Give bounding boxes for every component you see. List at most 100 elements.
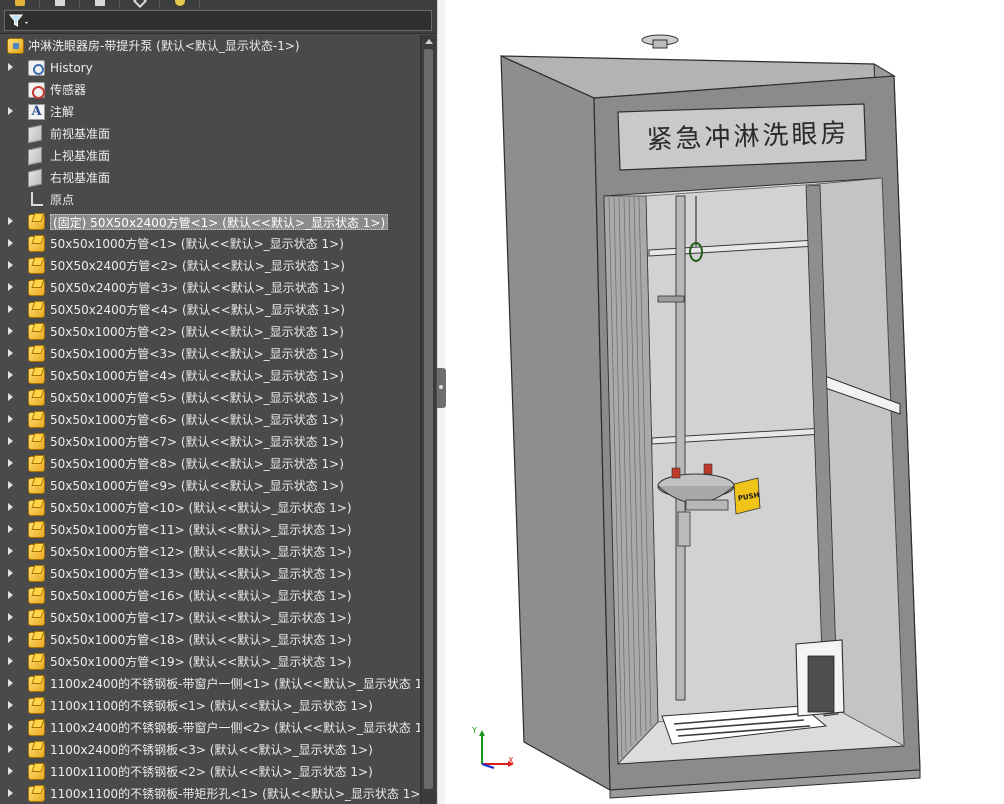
- tree-root-label: 冲淋洗眼器房-带提升泵 (默认<默认_显示状态-1>): [28, 39, 300, 53]
- tree-item[interactable]: 50x50x1000方管<10> (默认<<默认>_显示状态 1>): [0, 497, 420, 519]
- tree-item[interactable]: 50x50x1000方管<12> (默认<<默认>_显示状态 1>): [0, 541, 420, 563]
- tab-display-manager[interactable]: [160, 0, 200, 7]
- expand-arrow-icon[interactable]: [8, 525, 13, 533]
- expand-arrow-icon[interactable]: [8, 327, 13, 335]
- tree-item[interactable]: 50x50x1000方管<1> (默认<<默认>_显示状态 1>): [0, 233, 420, 255]
- solidworks-window: 冲淋洗眼器房-带提升泵 (默认<默认_显示状态-1>) History 传感器 A 注…: [0, 0, 1004, 804]
- expand-arrow-icon[interactable]: [8, 107, 13, 115]
- feature-manager-panel: 冲淋洗眼器房-带提升泵 (默认<默认_显示状态-1>) History 传感器 A 注…: [0, 0, 437, 804]
- tab-property-manager[interactable]: [40, 0, 80, 7]
- tab-configuration-manager[interactable]: [80, 0, 120, 7]
- tree-item[interactable]: 1100x1100的不锈钢板<2> (默认<<默认>_显示状态 1>): [0, 761, 420, 783]
- part-icon: [28, 764, 45, 780]
- tree-root-assembly[interactable]: 冲淋洗眼器房-带提升泵 (默认<默认_显示状态-1>): [0, 35, 420, 57]
- expand-arrow-icon[interactable]: [8, 283, 13, 291]
- tree-item[interactable]: 50x50x1000方管<17> (默认<<默认>_显示状态 1>): [0, 607, 420, 629]
- expand-arrow-icon[interactable]: [8, 503, 13, 511]
- tree-item[interactable]: 50x50x1000方管<3> (默认<<默认>_显示状态 1>): [0, 343, 420, 365]
- tree-item-label: 50x50x1000方管<19> (默认<<默认>_显示状态 1>): [50, 655, 352, 669]
- tree-item[interactable]: A 注解: [0, 101, 420, 123]
- tree-item[interactable]: 50x50x1000方管<13> (默认<<默认>_显示状态 1>): [0, 563, 420, 585]
- panel-tab-strip: [0, 0, 437, 9]
- eyewash-drain-pipe: [677, 511, 691, 547]
- expand-arrow-icon[interactable]: [8, 723, 13, 731]
- tree-filter-input[interactable]: [4, 10, 432, 31]
- expand-arrow-icon[interactable]: [8, 459, 13, 467]
- tree-item[interactable]: (固定) 50X50x2400方管<1> (默认<<默认>_显示状态 1>): [0, 211, 420, 233]
- tree-item-label: 50x50x1000方管<13> (默认<<默认>_显示状态 1>): [50, 567, 352, 581]
- tree-item[interactable]: 50x50x1000方管<9> (默认<<默认>_显示状态 1>): [0, 475, 420, 497]
- tree-item[interactable]: 50x50x1000方管<6> (默认<<默认>_显示状态 1>): [0, 409, 420, 431]
- tree-item[interactable]: 原点: [0, 189, 420, 211]
- expand-arrow-icon[interactable]: [8, 349, 13, 357]
- expand-arrow-icon[interactable]: [8, 569, 13, 577]
- expand-arrow-icon[interactable]: [8, 481, 13, 489]
- expand-arrow-icon[interactable]: [8, 613, 13, 621]
- tree-item[interactable]: 上视基准面: [0, 145, 420, 167]
- tree-item[interactable]: 右视基准面: [0, 167, 420, 189]
- expand-arrow-icon[interactable]: [8, 547, 13, 555]
- expand-arrow-icon[interactable]: [8, 261, 13, 269]
- tree-item[interactable]: 50x50x1000方管<16> (默认<<默认>_显示状态 1>): [0, 585, 420, 607]
- sensor-icon: [28, 82, 45, 99]
- tree-item-label: 1100x2400的不锈钢板-带窗户一侧<2> (默认<<默认>_显示状态 1>…: [50, 721, 420, 735]
- back-wall: [645, 183, 835, 723]
- tree-item[interactable]: 50X50x2400方管<2> (默认<<默认>_显示状态 1>): [0, 255, 420, 277]
- expand-arrow-icon[interactable]: [8, 657, 13, 665]
- tree-item[interactable]: 1100x2400的不锈钢板<3> (默认<<默认>_显示状态 1>): [0, 739, 420, 761]
- expand-arrow-icon[interactable]: [8, 239, 13, 247]
- expand-arrow-icon[interactable]: [8, 393, 13, 401]
- expand-arrow-icon[interactable]: [8, 305, 13, 313]
- expand-arrow-icon[interactable]: [8, 217, 13, 225]
- scroll-up-arrow-icon[interactable]: [425, 39, 433, 44]
- tree-item[interactable]: 1100x2400的不锈钢板-带窗户一侧<1> (默认<<默认>_显示状态 1>…: [0, 673, 420, 695]
- tree-filter-bar: [0, 8, 437, 34]
- tree-item[interactable]: 1100x1100的不锈钢板-带矩形孔<1> (默认<<默认>_显示状态 1>): [0, 783, 420, 804]
- expand-arrow-icon[interactable]: [8, 635, 13, 643]
- expand-arrow-icon[interactable]: [8, 679, 13, 687]
- expand-arrow-icon[interactable]: [8, 371, 13, 379]
- expand-arrow-icon[interactable]: [8, 437, 13, 445]
- part-icon: [28, 566, 45, 582]
- tree-item[interactable]: 50x50x1000方管<18> (默认<<默认>_显示状态 1>): [0, 629, 420, 651]
- expand-arrow-icon[interactable]: [8, 767, 13, 775]
- collapse-panel-handle[interactable]: [437, 368, 446, 408]
- tab-feature-manager[interactable]: [0, 0, 40, 7]
- tab-dimxpert-manager[interactable]: [120, 0, 160, 9]
- expand-arrow-icon[interactable]: [8, 789, 13, 797]
- tree-item-label: 1100x1100的不锈钢板-带矩形孔<1> (默认<<默认>_显示状态 1>): [50, 787, 420, 801]
- tree-item[interactable]: 1100x2400的不锈钢板-带窗户一侧<2> (默认<<默认>_显示状态 1>…: [0, 717, 420, 739]
- tree-item[interactable]: 50x50x1000方管<7> (默认<<默认>_显示状态 1>): [0, 431, 420, 453]
- tree-item-label: 1100x1100的不锈钢板<1> (默认<<默认>_显示状态 1>): [50, 699, 373, 713]
- tree-item[interactable]: 传感器: [0, 79, 420, 101]
- tree-item[interactable]: 50X50x2400方管<3> (默认<<默认>_显示状态 1>): [0, 277, 420, 299]
- tree-item-label: 50X50x2400方管<3> (默认<<默认>_显示状态 1>): [50, 281, 345, 295]
- tree-item[interactable]: 50x50x1000方管<11> (默认<<默认>_显示状态 1>): [0, 519, 420, 541]
- tree-scrollbar[interactable]: [420, 35, 436, 804]
- tree-item[interactable]: 50x50x1000方管<4> (默认<<默认>_显示状态 1>): [0, 365, 420, 387]
- scroll-thumb[interactable]: [424, 49, 433, 789]
- tree-item[interactable]: 1100x1100的不锈钢板<1> (默认<<默认>_显示状态 1>): [0, 695, 420, 717]
- tree-item[interactable]: 50x50x1000方管<19> (默认<<默认>_显示状态 1>): [0, 651, 420, 673]
- expand-arrow-icon[interactable]: [8, 701, 13, 709]
- feature-manager-icon: [15, 0, 25, 6]
- left-side-wall: [500, 55, 611, 792]
- tree-item[interactable]: 50x50x1000方管<2> (默认<<默认>_显示状态 1>): [0, 321, 420, 343]
- tree-item[interactable]: 前视基准面: [0, 123, 420, 145]
- expand-arrow-icon[interactable]: [8, 63, 13, 71]
- expand-arrow-icon[interactable]: [8, 415, 13, 423]
- tree-item[interactable]: History: [0, 57, 420, 79]
- filter-funnel-icon[interactable]: [9, 14, 31, 28]
- tree-item[interactable]: 50x50x1000方管<8> (默认<<默认>_显示状态 1>): [0, 453, 420, 475]
- part-icon: [28, 346, 45, 362]
- origin-icon: [28, 192, 45, 208]
- graphics-viewport[interactable]: 紧急冲淋洗眼房 PUSH X Y: [446, 0, 1004, 804]
- configuration-manager-icon: [95, 0, 105, 6]
- tree-item[interactable]: 50X50x2400方管<4> (默认<<默认>_显示状态 1>): [0, 299, 420, 321]
- expand-arrow-icon[interactable]: [8, 591, 13, 599]
- tree-item[interactable]: 50x50x1000方管<5> (默认<<默认>_显示状态 1>): [0, 387, 420, 409]
- tree-item-label: 50x50x1000方管<1> (默认<<默认>_显示状态 1>): [50, 237, 344, 251]
- tree-item-label: 右视基准面: [50, 171, 111, 185]
- tree-item-label: History: [50, 61, 93, 75]
- expand-arrow-icon[interactable]: [8, 745, 13, 753]
